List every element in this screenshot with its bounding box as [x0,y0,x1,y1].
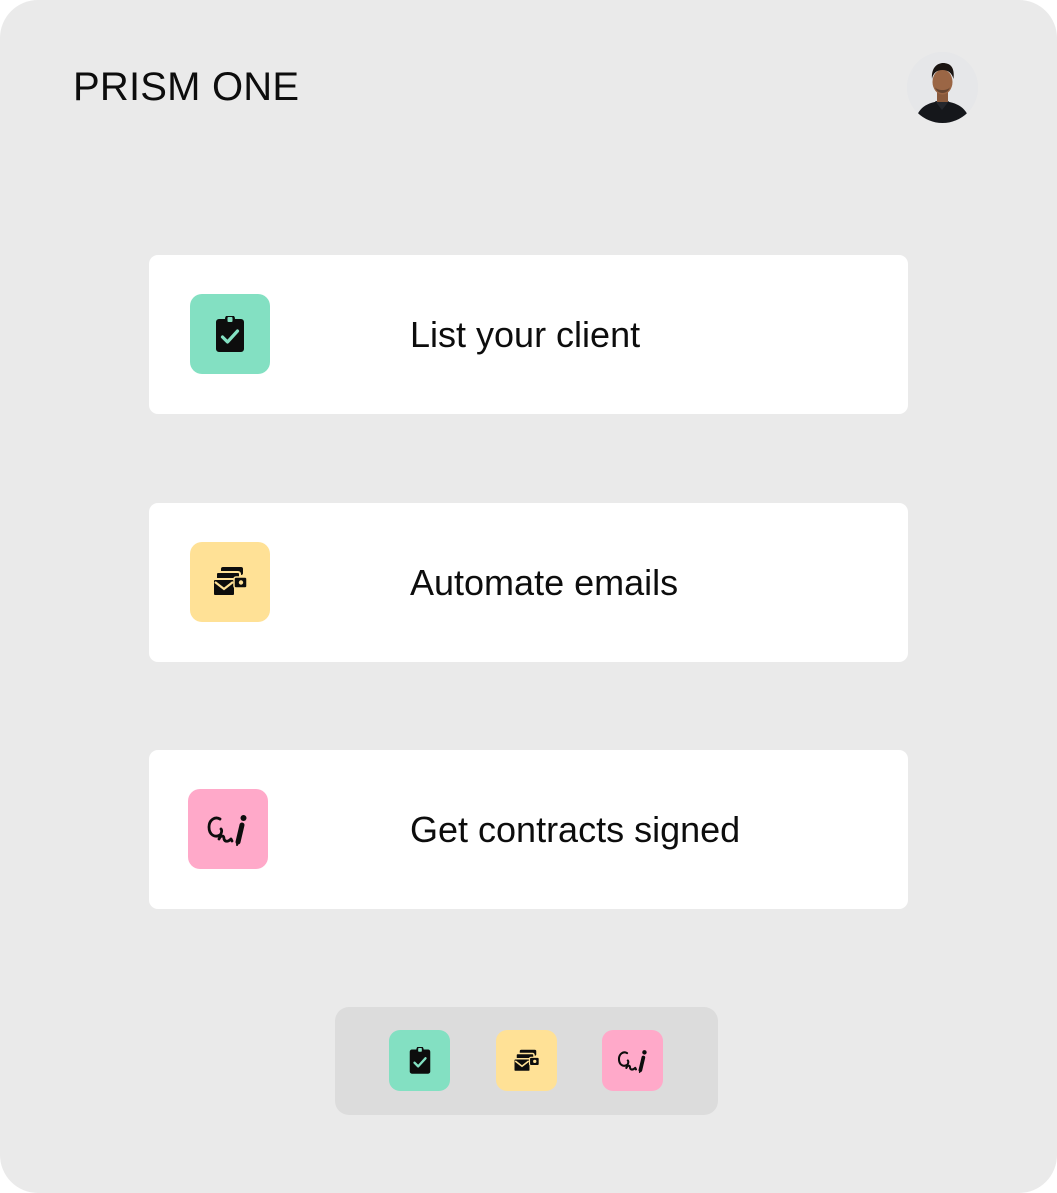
dock-button-contracts[interactable] [602,1030,663,1091]
avatar[interactable] [907,52,978,123]
card-list-client[interactable]: List your client [149,255,908,414]
dock-button-clients[interactable] [389,1030,450,1091]
card-automate-emails[interactable]: Automate emails [149,503,908,662]
app-window: PRISM ONE List your client Automate emai… [0,0,1057,1193]
email-stack-icon [513,1049,540,1072]
card-label: Get contracts signed [410,809,741,850]
dock-button-emails[interactable] [496,1030,557,1091]
card-label: List your client [410,314,641,355]
card-contracts-signed[interactable]: Get contracts signed [149,750,908,909]
clipboard-check-icon [190,294,270,374]
clipboard-check-icon [409,1047,430,1074]
user-avatar-icon [907,52,978,123]
brand-title: PRISM ONE [73,65,300,109]
email-stack-icon [190,542,270,622]
bottom-dock [335,1007,718,1115]
card-label: Automate emails [410,562,679,603]
signature-pen-icon [188,789,268,869]
signature-pen-icon [617,1050,647,1074]
